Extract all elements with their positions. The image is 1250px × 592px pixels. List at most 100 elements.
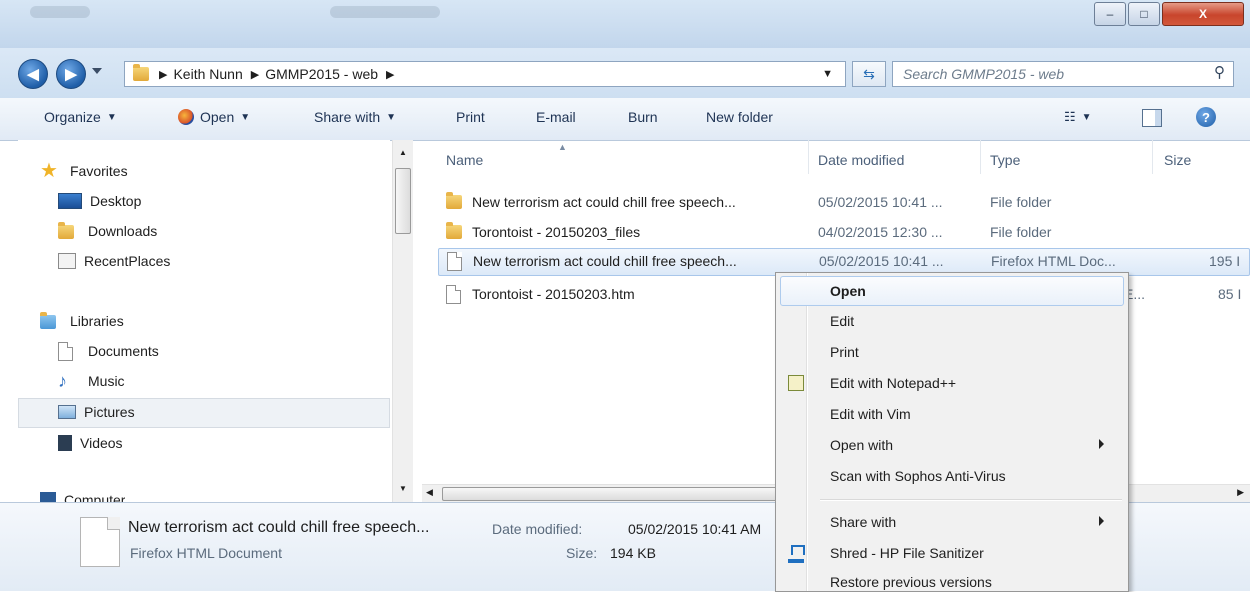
menu-item-shred[interactable]: Shred - HP File Sanitizer (780, 539, 1122, 567)
print-button[interactable]: Print (456, 109, 485, 125)
horizontal-scroll-thumb[interactable] (442, 487, 784, 501)
nav-label: Downloads (88, 223, 158, 239)
menu-item-restore[interactable]: Restore previous versions (780, 570, 1122, 590)
libraries-icon (40, 312, 62, 330)
file-date: 05/02/2015 10:41 ... (819, 253, 944, 269)
email-button[interactable]: E-mail (536, 109, 576, 125)
help-button[interactable]: ? (1196, 107, 1216, 127)
column-date-modified[interactable]: Date modified (818, 152, 904, 168)
column-divider[interactable] (1152, 140, 1153, 174)
notepadpp-icon (788, 375, 804, 391)
close-button[interactable]: X (1162, 2, 1244, 26)
breadcrumb-separator-icon[interactable]: ▶ (159, 68, 167, 81)
nav-favorites[interactable]: ★ Favorites (40, 156, 128, 186)
documents-icon (58, 342, 80, 361)
file-preview-icon (80, 517, 120, 567)
menu-item-open[interactable]: Open (780, 276, 1124, 306)
nav-label: RecentPlaces (84, 253, 171, 269)
folder-icon (133, 64, 149, 81)
nav-videos[interactable]: Videos (58, 428, 123, 458)
nav-scrollbar[interactable]: ▲ ▼ (392, 140, 413, 502)
nav-desktop[interactable]: Desktop (58, 186, 141, 216)
column-divider[interactable] (808, 140, 809, 174)
document-icon (446, 285, 461, 307)
nav-recent-places[interactable]: RecentPlaces (58, 246, 170, 276)
chevron-down-icon: ▼ (1081, 111, 1092, 123)
shredder-icon (788, 545, 805, 563)
search-placeholder: Search GMMP2015 - web (903, 66, 1065, 82)
file-name: New terrorism act could chill free speec… (472, 194, 736, 210)
scroll-right-icon[interactable]: ▶ (1237, 487, 1244, 498)
column-name[interactable]: Name (446, 152, 483, 168)
submenu-arrow-icon (1099, 439, 1104, 449)
new-folder-button[interactable]: New folder (706, 109, 773, 125)
chevron-down-icon: ▼ (386, 111, 397, 123)
scroll-up-icon[interactable]: ▲ (399, 148, 407, 157)
nav-libraries[interactable]: Libraries (40, 306, 124, 336)
breadcrumb-separator-icon[interactable]: ▶ (386, 68, 394, 81)
menu-item-print[interactable]: Print (780, 338, 1122, 366)
menu-label: Print (830, 344, 859, 360)
share-with-label: Share with (314, 109, 381, 125)
menu-item-edit-vim[interactable]: Edit with Vim (780, 400, 1122, 428)
nav-downloads[interactable]: Downloads (58, 216, 157, 246)
nav-music[interactable]: ♪ Music (58, 366, 125, 396)
open-button[interactable]: Open ▼ (178, 109, 250, 125)
file-type: Firefox HTML Doc... (991, 253, 1116, 269)
menu-label: Edit (830, 313, 855, 329)
back-button[interactable]: ◀ (18, 59, 48, 89)
nav-label: Documents (88, 343, 159, 359)
menu-item-edit[interactable]: Edit (780, 307, 1122, 335)
menu-item-share-with[interactable]: Share with (780, 508, 1122, 536)
submenu-arrow-icon (1099, 516, 1104, 526)
file-date: 04/02/2015 12:30 ... (818, 224, 943, 240)
minimize-button[interactable]: – (1094, 2, 1126, 26)
menu-separator (820, 499, 1122, 501)
scroll-left-icon[interactable]: ◀ (426, 487, 433, 498)
organize-button[interactable]: Organize ▼ (44, 109, 117, 125)
breadcrumb-separator-icon[interactable]: ▶ (251, 68, 259, 81)
file-type: File folder (990, 224, 1052, 240)
column-type[interactable]: Type (990, 152, 1020, 168)
organize-label: Organize (44, 109, 101, 125)
file-size: 195 I (1209, 253, 1241, 269)
breadcrumb-item[interactable]: Keith Nunn (173, 66, 242, 82)
navigation-pane: ★ Favorites Desktop Downloads RecentPlac… (18, 140, 390, 502)
menu-item-scan-sophos[interactable]: Scan with Sophos Anti-Virus (780, 462, 1122, 490)
nav-label: Computer (64, 492, 126, 502)
view-options-button[interactable]: ☷ ▼ (1064, 109, 1092, 125)
nav-computer[interactable]: Computer (40, 480, 125, 502)
column-size[interactable]: Size (1164, 152, 1191, 168)
nav-scroll-thumb[interactable] (395, 168, 411, 234)
file-name: Torontoist - 20150203.htm (472, 286, 635, 302)
file-row[interactable]: Torontoist - 20150203_files 04/02/2015 1… (438, 220, 1250, 246)
computer-icon (40, 492, 56, 502)
menu-item-edit-notepadpp[interactable]: Edit with Notepad++ (780, 369, 1122, 397)
nav-label: Music (88, 373, 125, 389)
burn-button[interactable]: Burn (628, 109, 658, 125)
column-divider[interactable] (980, 140, 981, 174)
preview-pane-button[interactable] (1142, 109, 1162, 127)
search-icon[interactable]: ⚲ (1214, 63, 1225, 81)
context-menu: Open Edit Print Edit with Notepad++ Edit… (775, 272, 1129, 592)
menu-item-open-with[interactable]: Open with (780, 431, 1122, 459)
scroll-down-icon[interactable]: ▼ (399, 484, 407, 493)
breadcrumb-item[interactable]: GMMP2015 - web (265, 66, 378, 82)
nav-documents[interactable]: Documents (58, 336, 159, 366)
address-dropdown-icon[interactable]: ▼ (822, 68, 833, 80)
document-icon (447, 252, 462, 274)
details-size-value: 194 KB (610, 545, 656, 561)
maximize-button[interactable]: □ (1128, 2, 1160, 26)
nav-pictures[interactable]: Pictures (58, 397, 135, 427)
open-label: Open (200, 109, 235, 125)
refresh-button[interactable]: ⇆ (852, 61, 886, 87)
file-row[interactable]: New terrorism act could chill free speec… (438, 190, 1250, 216)
command-bar: Organize ▼ Open ▼ Share with ▼ Print E-mail… (0, 98, 1250, 141)
share-with-button[interactable]: Share with ▼ (314, 109, 396, 125)
address-field[interactable]: ▶ Keith Nunn ▶ GMMP2015 - web ▶ ▼ (124, 61, 846, 87)
folder-icon (446, 192, 462, 212)
search-box[interactable]: Search GMMP2015 - web ⚲ (892, 61, 1234, 87)
sort-ascending-icon: ▲ (558, 142, 567, 152)
recent-pages-dropdown-icon[interactable] (92, 68, 102, 74)
forward-button[interactable]: ▶ (56, 59, 86, 89)
